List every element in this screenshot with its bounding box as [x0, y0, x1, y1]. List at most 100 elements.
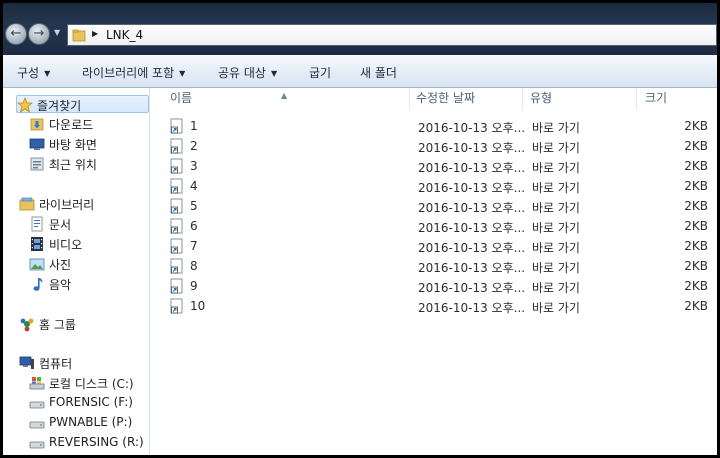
file-name[interactable]: 1 — [190, 119, 198, 133]
file-name[interactable]: 7 — [190, 239, 198, 253]
file-row[interactable]: 7 2016-10-13 오후... 바로 가기 2KB — [150, 236, 717, 256]
file-row[interactable]: 4 2016-10-13 오후... 바로 가기 2KB — [150, 176, 717, 196]
system-drive-icon — [29, 377, 45, 390]
forward-button[interactable]: → — [28, 23, 50, 45]
library-icon — [19, 197, 35, 211]
file-row[interactable]: 5 2016-10-13 오후... 바로 가기 2KB — [150, 196, 717, 216]
desktop-icon — [29, 138, 45, 150]
shortcut-file-icon — [170, 178, 183, 194]
command-bar: 구성 ▼ 라이브러리에 포함 ▼ 공유 대상 ▼ 굽기 새 폴더 — [3, 55, 717, 88]
file-name[interactable]: 5 — [190, 199, 198, 213]
star-icon — [17, 97, 33, 113]
file-modified: 2016-10-13 오후... — [418, 181, 526, 195]
drive-icon — [29, 421, 45, 429]
file-modified: 2016-10-13 오후... — [418, 281, 526, 295]
shortcut-file-icon — [170, 258, 183, 274]
file-row[interactable]: 10 2016-10-13 오후... 바로 가기 2KB — [150, 296, 717, 316]
arrow-right-icon: → — [33, 26, 45, 41]
file-name[interactable]: 10 — [190, 299, 205, 313]
file-modified: 2016-10-13 오후... — [418, 221, 526, 235]
file-name[interactable]: 6 — [190, 219, 198, 233]
drive-icon — [29, 441, 45, 449]
file-name[interactable]: 9 — [190, 279, 198, 293]
recent-places-icon — [30, 157, 44, 171]
file-type: 바로 가기 — [532, 301, 580, 315]
file-size: 2KB — [684, 239, 708, 253]
shortcut-file-icon — [170, 238, 183, 254]
file-size: 2KB — [684, 159, 708, 173]
nav-favorites[interactable]: 즐겨찾기 — [16, 95, 149, 113]
file-modified: 2016-10-13 오후... — [418, 201, 526, 215]
column-header-type[interactable]: 유형 — [523, 88, 637, 110]
file-row[interactable]: 8 2016-10-13 오후... 바로 가기 2KB — [150, 256, 717, 276]
file-type: 바로 가기 — [532, 281, 580, 295]
recent-pages-dropdown[interactable]: ▼ — [54, 29, 62, 37]
file-list: ▲ 이름 수정한 날짜 유형 크기 1 2016-10-13 오후... 바로 가기… — [150, 88, 717, 455]
arrow-left-icon: ← — [10, 26, 22, 41]
folder-icon — [72, 29, 86, 42]
download-folder-icon — [30, 118, 44, 131]
file-type: 바로 가기 — [532, 261, 580, 275]
file-type: 바로 가기 — [532, 241, 580, 255]
file-size: 2KB — [684, 299, 708, 313]
file-name[interactable]: 8 — [190, 259, 198, 273]
file-name[interactable]: 3 — [190, 159, 198, 173]
include-library-button[interactable]: 라이브러리에 포함 ▼ — [82, 64, 185, 81]
file-size: 2KB — [684, 259, 708, 273]
column-header-size[interactable]: 크기 — [637, 88, 717, 110]
new-folder-button[interactable]: 새 폴더 — [360, 64, 397, 81]
file-type: 바로 가기 — [532, 161, 580, 175]
file-modified: 2016-10-13 오후... — [418, 141, 526, 155]
file-row[interactable]: 1 2016-10-13 오후... 바로 가기 2KB — [150, 116, 717, 136]
file-modified: 2016-10-13 오후... — [418, 241, 526, 255]
share-with-button[interactable]: 공유 대상 ▼ — [218, 64, 277, 81]
file-size: 2KB — [684, 139, 708, 153]
file-size: 2KB — [684, 279, 708, 293]
breadcrumb-current[interactable]: LNK_4 — [106, 28, 143, 42]
burn-button[interactable]: 굽기 — [309, 64, 331, 81]
file-modified: 2016-10-13 오후... — [418, 261, 526, 275]
shortcut-file-icon — [170, 218, 183, 234]
drive-icon — [29, 401, 45, 409]
file-row[interactable]: 6 2016-10-13 오후... 바로 가기 2KB — [150, 216, 717, 236]
chevron-down-icon: ▼ — [270, 69, 278, 78]
file-modified: 2016-10-13 오후... — [418, 121, 526, 135]
column-header-modified[interactable]: 수정한 날짜 — [410, 88, 523, 110]
picture-icon — [29, 258, 45, 271]
shortcut-file-icon — [170, 278, 183, 294]
shortcut-file-icon — [170, 118, 183, 134]
address-box[interactable]: ▶ LNK_4 — [67, 24, 717, 46]
file-size: 2KB — [684, 119, 708, 133]
shortcut-file-icon — [170, 198, 183, 214]
file-row[interactable]: 9 2016-10-13 오후... 바로 가기 2KB — [150, 276, 717, 296]
back-button[interactable]: ← — [5, 23, 27, 45]
file-type: 바로 가기 — [532, 221, 580, 235]
file-type: 바로 가기 — [532, 181, 580, 195]
file-row[interactable]: 3 2016-10-13 오후... 바로 가기 2KB — [150, 156, 717, 176]
homegroup-icon — [20, 318, 34, 332]
navigation-pane: 즐겨찾기 다운로드 바탕 화면 최근 위치 라이브러리 문서 비디오 사진 음악… — [3, 88, 150, 455]
shortcut-file-icon — [170, 158, 183, 174]
file-size: 2KB — [684, 219, 708, 233]
file-modified: 2016-10-13 오후... — [418, 301, 526, 315]
file-type: 바로 가기 — [532, 121, 580, 135]
file-row[interactable]: 2 2016-10-13 오후... 바로 가기 2KB — [150, 136, 717, 156]
address-bar-area: ← → ▼ ▶ LNK_4 — [3, 3, 717, 55]
file-type: 바로 가기 — [532, 201, 580, 215]
column-header-name[interactable]: ▲ 이름 — [150, 88, 410, 110]
shortcut-file-icon — [170, 298, 183, 314]
film-icon — [31, 237, 43, 251]
chevron-down-icon: ▼ — [44, 69, 51, 78]
explorer-window: ← → ▼ ▶ LNK_4 구성 ▼ 라이브러리에 포함 ▼ 공유 대상 ▼ 굽기 새… — [3, 3, 717, 455]
chevron-down-icon: ▼ — [179, 69, 186, 78]
file-name[interactable]: 4 — [190, 179, 198, 193]
file-size: 2KB — [684, 179, 708, 193]
computer-icon — [19, 356, 34, 369]
file-type: 바로 가기 — [532, 141, 580, 155]
file-size: 2KB — [684, 199, 708, 213]
shortcut-file-icon — [170, 138, 183, 154]
breadcrumb-separator-icon[interactable]: ▶ — [92, 29, 98, 38]
file-name[interactable]: 2 — [190, 139, 198, 153]
music-note-icon — [33, 278, 43, 291]
organize-button[interactable]: 구성 ▼ — [17, 64, 50, 81]
